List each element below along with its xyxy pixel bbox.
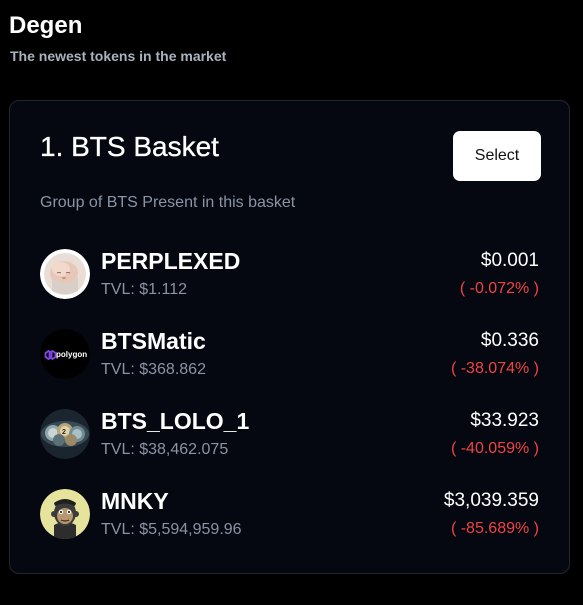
token-row[interactable]: 2 BTS_LOLO_1 TVL: $38,462.075 $33.923 ( … [10, 403, 569, 483]
baby-photo-avatar-icon [40, 249, 90, 299]
basket-description: Group of BTS Present in this basket [40, 194, 296, 211]
token-price: $33.923 [470, 410, 539, 431]
token-price: $0.001 [480, 250, 539, 271]
token-tvl: TVL: $1.112 [101, 281, 187, 298]
coins-avatar-icon: 2 [40, 409, 90, 459]
basket-card: 1. BTS Basket Select Group of BTS Presen… [9, 100, 570, 574]
page-title: Degen [9, 12, 83, 39]
token-name: PERPLEXED [101, 248, 241, 274]
token-tvl: TVL: $5,594,959.96 [101, 521, 242, 538]
token-tvl: TVL: $38,462.075 [101, 441, 229, 458]
token-name: BTS_LOLO_1 [101, 408, 250, 434]
token-change: ( -0.072% ) [459, 280, 539, 297]
polygon-logo-text: polygon [56, 350, 87, 359]
page-subtitle: The newest tokens in the market [10, 48, 227, 64]
token-name: BTSMatic [101, 328, 206, 354]
token-change: ( -38.074% ) [450, 360, 539, 377]
token-row[interactable]: polygon BTSMatic TVL: $368.862 $0.336 ( … [10, 323, 569, 403]
token-price: $0.336 [480, 330, 539, 351]
token-list: PERPLEXED TVL: $1.112 $0.001 ( -0.072% )… [10, 243, 569, 563]
polygon-logo-icon: polygon [40, 329, 90, 379]
token-change: ( -40.059% ) [450, 440, 539, 457]
svg-text:2: 2 [62, 429, 66, 436]
select-button[interactable]: Select [453, 131, 541, 181]
token-row[interactable]: MNKY TVL: $5,594,959.96 $3,039.359 ( -85… [10, 483, 569, 563]
token-name: MNKY [101, 488, 169, 514]
page: Degen The newest tokens in the market 1.… [0, 0, 583, 605]
token-tvl: TVL: $368.862 [101, 361, 206, 378]
token-row[interactable]: PERPLEXED TVL: $1.112 $0.001 ( -0.072% ) [10, 243, 569, 323]
token-price: $3,039.359 [443, 490, 539, 511]
ape-avatar-icon [40, 489, 90, 539]
basket-title: 1. BTS Basket [40, 131, 219, 162]
token-change: ( -85.689% ) [450, 520, 539, 537]
